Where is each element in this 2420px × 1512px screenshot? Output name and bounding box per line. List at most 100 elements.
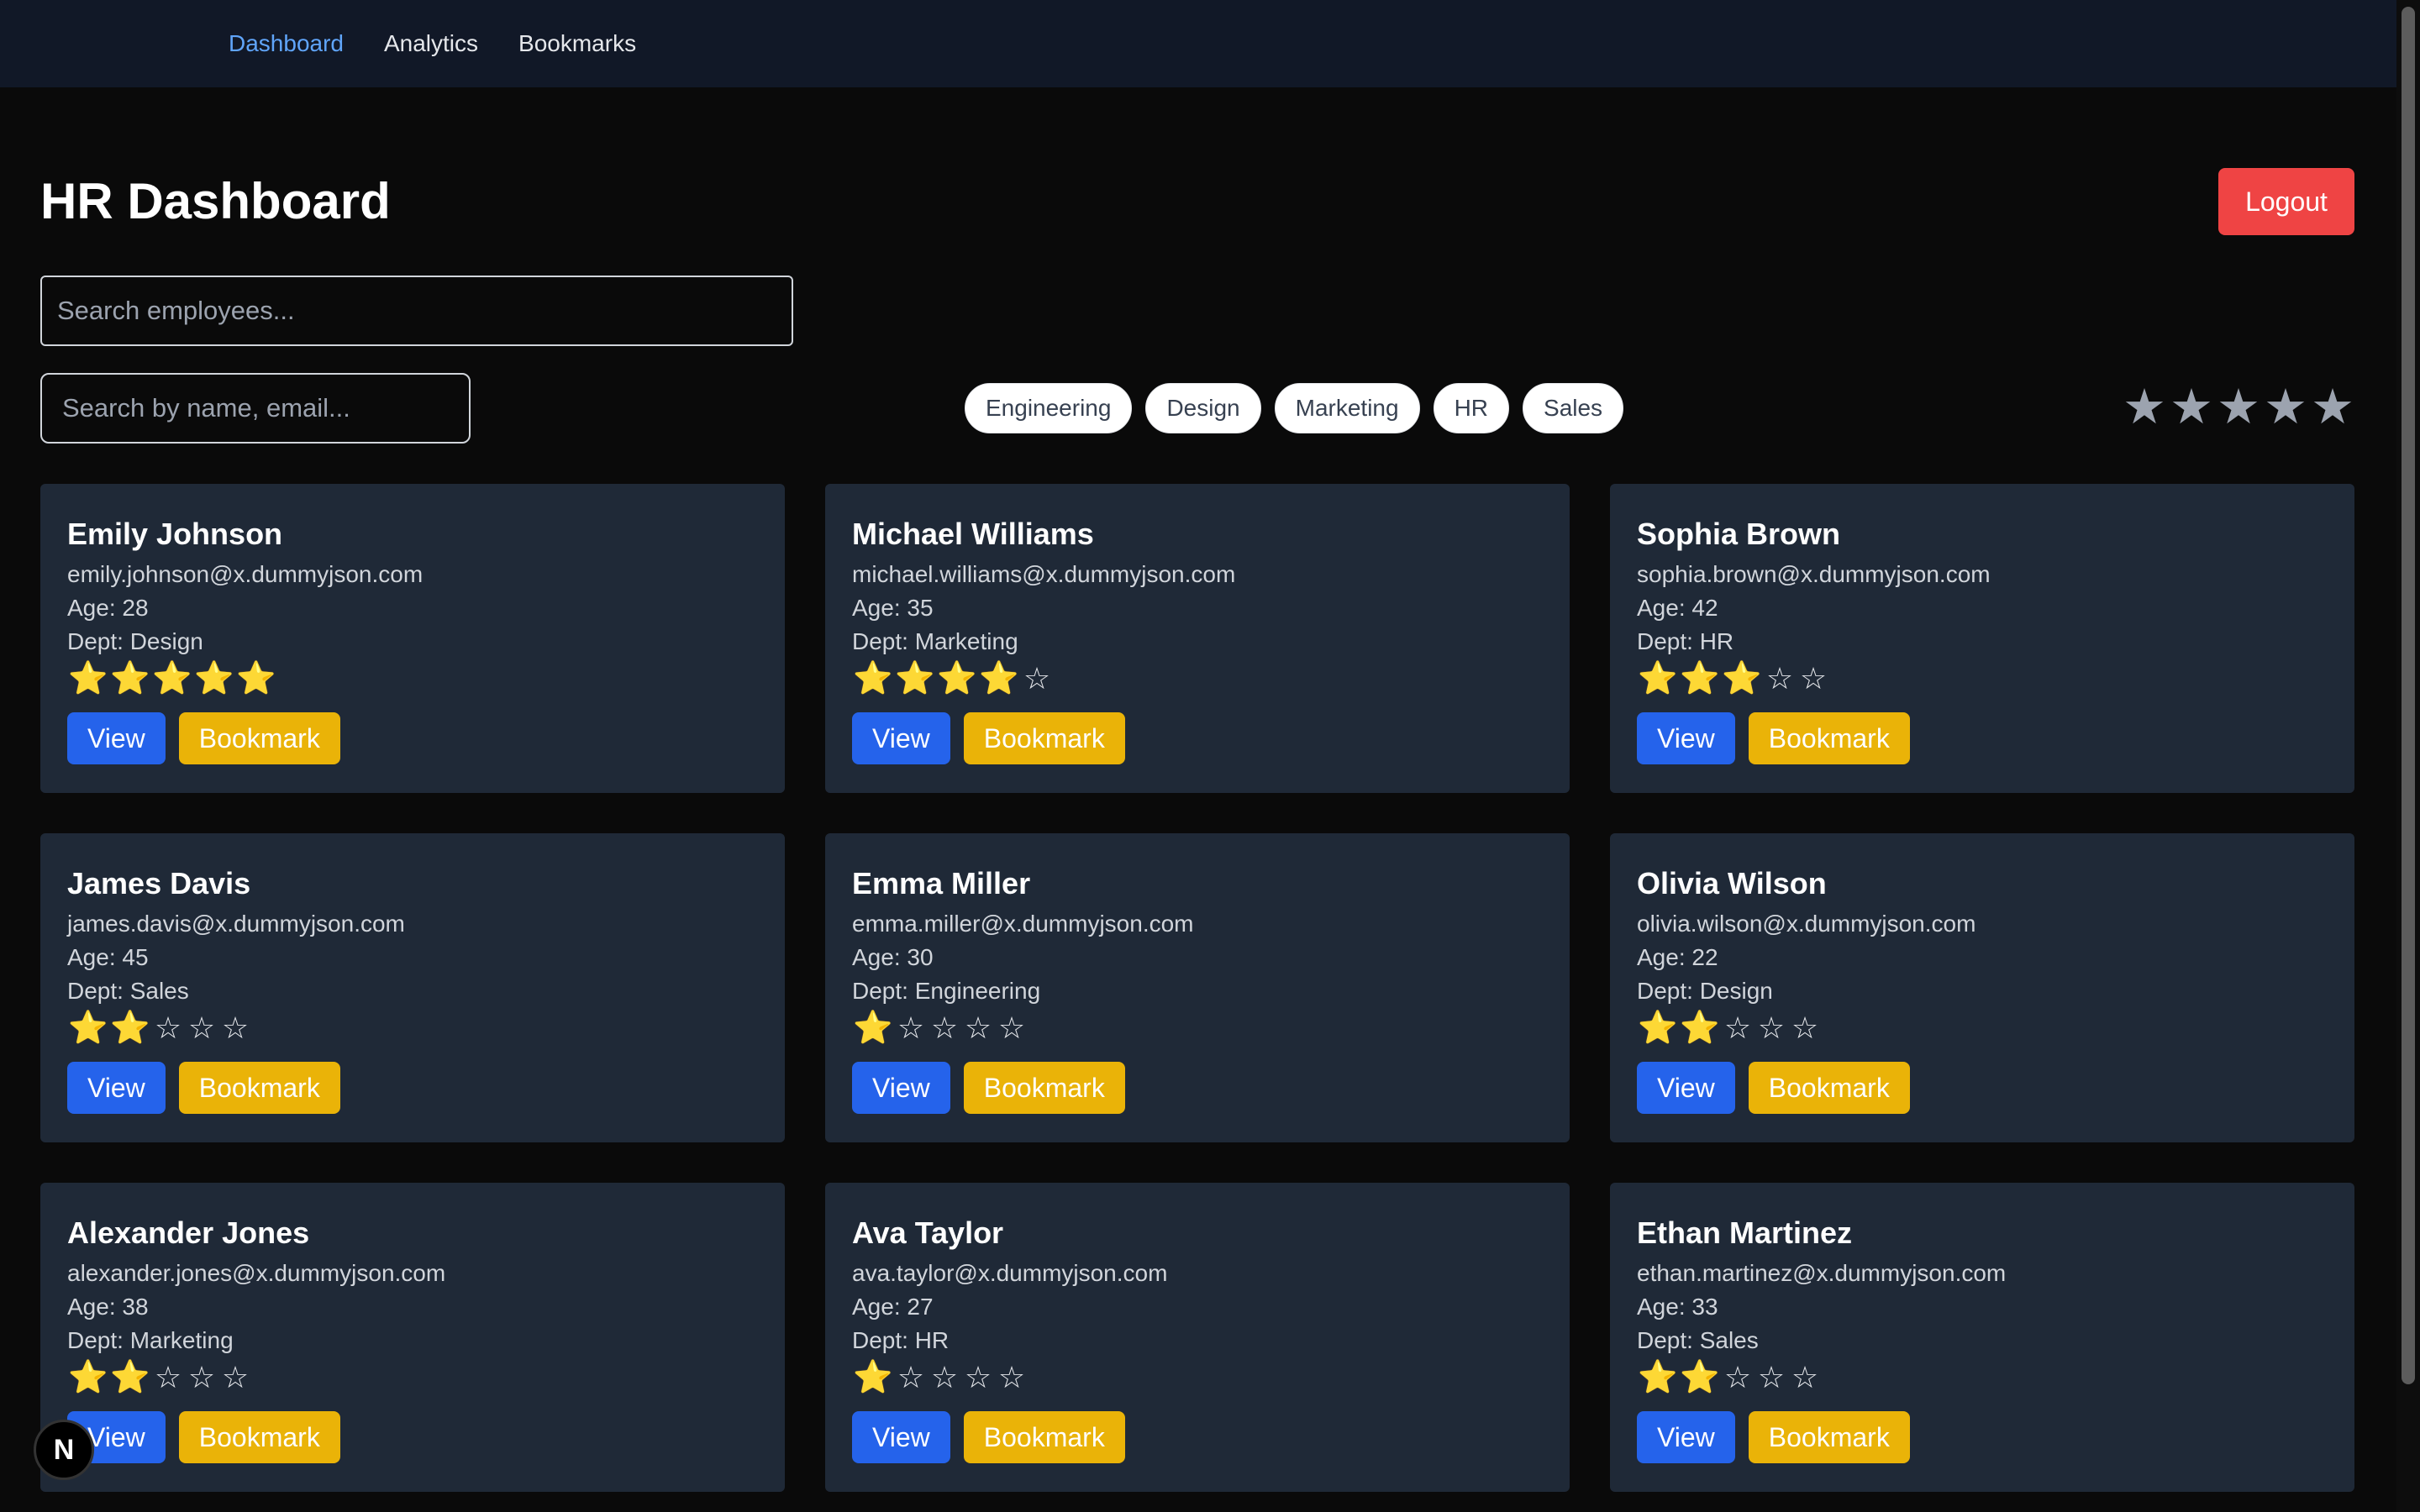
star-empty-icon: ☆: [1723, 1360, 1752, 1394]
employee-rating: ⭐ ⭐ ⭐ ⭐ ☆: [852, 660, 1543, 697]
bookmark-button[interactable]: Bookmark: [963, 1411, 1125, 1463]
star-empty-icon: ☆: [897, 1011, 925, 1045]
card-actions: View Bookmark: [852, 1411, 1543, 1463]
star-filled-icon: ⭐: [895, 661, 935, 696]
star-empty-icon: ☆: [221, 1011, 250, 1045]
employee-age: Age: 38: [67, 1294, 149, 1320]
employee-email: emily.johnson@x.dummyjson.com: [67, 561, 424, 587]
employee-card: Emily Johnson emily.johnson@x.dummyjson.…: [40, 484, 785, 793]
nav-link-dashboard[interactable]: Dashboard: [229, 30, 344, 57]
employee-department: Dept: Marketing: [852, 628, 1018, 654]
dept-filter-marketing[interactable]: Marketing: [1274, 383, 1420, 433]
star-filled-icon: ⭐: [194, 661, 234, 696]
employee-email: olivia.wilson@x.dummyjson.com: [1637, 911, 1976, 937]
nav-link-analytics[interactable]: Analytics: [384, 30, 478, 57]
view-button[interactable]: View: [1637, 1411, 1735, 1463]
bookmark-button[interactable]: Bookmark: [1748, 712, 1910, 764]
bookmark-button[interactable]: Bookmark: [178, 1411, 340, 1463]
employee-department: Dept: Design: [1637, 978, 1773, 1004]
card-actions: View Bookmark: [67, 712, 758, 764]
dept-filter-hr[interactable]: HR: [1433, 383, 1510, 433]
rating-filter-star-icon[interactable]: ★: [2170, 378, 2213, 437]
view-button[interactable]: View: [852, 712, 950, 764]
rating-filter: ★ ★ ★ ★ ★: [2123, 378, 2354, 437]
employee-department: Dept: HR: [852, 1327, 950, 1353]
employee-email: michael.williams@x.dummyjson.com: [852, 561, 1236, 587]
star-filled-icon: ⭐: [1638, 1011, 1678, 1046]
employee-card: Olivia Wilson olivia.wilson@x.dummyjson.…: [1610, 833, 2354, 1142]
star-empty-icon: ☆: [964, 1011, 992, 1045]
dept-filter-design[interactable]: Design: [1145, 383, 1261, 433]
employee-name: Emma Miller: [852, 866, 1031, 900]
name-email-search-input[interactable]: [40, 373, 471, 444]
employee-age: Age: 35: [852, 595, 934, 621]
star-empty-icon: ☆: [187, 1360, 216, 1394]
star-empty-icon: ☆: [221, 1360, 250, 1394]
employee-email: ethan.martinez@x.dummyjson.com: [1637, 1260, 2007, 1286]
employee-name: Olivia Wilson: [1637, 866, 1827, 900]
card-actions: View Bookmark: [67, 1411, 758, 1463]
bookmark-button[interactable]: Bookmark: [178, 712, 340, 764]
employee-department: Dept: Design: [67, 628, 203, 654]
employee-rating: ⭐ ⭐ ☆ ☆ ☆: [1637, 1010, 2328, 1047]
star-filled-icon: ⭐: [1680, 661, 1720, 696]
star-empty-icon: ☆: [997, 1360, 1026, 1394]
nextjs-dev-badge-icon[interactable]: N: [34, 1420, 94, 1480]
star-filled-icon: ⭐: [152, 661, 192, 696]
department-filter-group: Engineering Design Marketing HR Sales: [965, 383, 1624, 433]
rating-filter-star-icon[interactable]: ★: [2264, 378, 2307, 437]
rating-filter-star-icon[interactable]: ★: [2311, 378, 2354, 437]
dept-filter-engineering[interactable]: Engineering: [965, 383, 1133, 433]
rating-filter-star-icon[interactable]: ★: [2123, 378, 2166, 437]
scrollbar-thumb[interactable]: [2402, 7, 2415, 1384]
employee-email: james.davis@x.dummyjson.com: [67, 911, 405, 937]
view-button[interactable]: View: [852, 1411, 950, 1463]
card-actions: View Bookmark: [1637, 1411, 2328, 1463]
dept-filter-sales[interactable]: Sales: [1523, 383, 1624, 433]
star-empty-icon: ☆: [930, 1011, 959, 1045]
star-empty-icon: ☆: [1791, 1360, 1819, 1394]
rating-filter-star-icon[interactable]: ★: [2217, 378, 2260, 437]
view-button[interactable]: View: [1637, 712, 1735, 764]
employee-name: Sophia Brown: [1637, 517, 1840, 551]
employee-name: Michael Williams: [852, 517, 1094, 551]
employee-card: James Davis james.davis@x.dummyjson.com …: [40, 833, 785, 1142]
bookmark-button[interactable]: Bookmark: [963, 712, 1125, 764]
bookmark-button[interactable]: Bookmark: [1748, 1411, 1910, 1463]
star-empty-icon: ☆: [187, 1011, 216, 1045]
employee-rating: ⭐ ⭐ ⭐ ☆ ☆: [1637, 660, 2328, 697]
star-filled-icon: ⭐: [68, 1360, 108, 1395]
nav-link-bookmarks[interactable]: Bookmarks: [518, 30, 636, 57]
view-button[interactable]: View: [1637, 1062, 1735, 1114]
employee-age: Age: 28: [67, 595, 149, 621]
card-actions: View Bookmark: [1637, 1062, 2328, 1114]
employee-name: Ava Taylor: [852, 1215, 1004, 1250]
bookmark-button[interactable]: Bookmark: [963, 1062, 1125, 1114]
view-button[interactable]: View: [67, 712, 166, 764]
employee-age: Age: 22: [1637, 944, 1718, 970]
star-filled-icon: ⭐: [1680, 1360, 1720, 1395]
star-filled-icon: ⭐: [853, 1011, 893, 1046]
employee-card-grid: Emily Johnson emily.johnson@x.dummyjson.…: [40, 484, 2354, 1492]
logout-button[interactable]: Logout: [2218, 168, 2354, 235]
view-button[interactable]: View: [67, 1062, 166, 1114]
star-empty-icon: ☆: [1757, 1360, 1786, 1394]
employee-age: Age: 30: [852, 944, 934, 970]
bookmark-button[interactable]: Bookmark: [1748, 1062, 1910, 1114]
star-filled-icon: ⭐: [1680, 1011, 1720, 1046]
employee-search-input[interactable]: [40, 276, 793, 346]
star-empty-icon: ☆: [154, 1360, 182, 1394]
star-empty-icon: ☆: [154, 1011, 182, 1045]
employee-rating: ⭐ ⭐ ☆ ☆ ☆: [1637, 1359, 2328, 1396]
star-filled-icon: ⭐: [110, 1011, 150, 1046]
employee-name: James Davis: [67, 866, 251, 900]
bookmark-button[interactable]: Bookmark: [178, 1062, 340, 1114]
star-filled-icon: ⭐: [1638, 1360, 1678, 1395]
view-button[interactable]: View: [852, 1062, 950, 1114]
scrollbar-track[interactable]: [2396, 0, 2420, 1512]
employee-email: alexander.jones@x.dummyjson.com: [67, 1260, 446, 1286]
employee-name: Ethan Martinez: [1637, 1215, 1853, 1250]
star-filled-icon: ⭐: [937, 661, 977, 696]
star-filled-icon: ⭐: [979, 661, 1019, 696]
star-filled-icon: ⭐: [1722, 661, 1762, 696]
